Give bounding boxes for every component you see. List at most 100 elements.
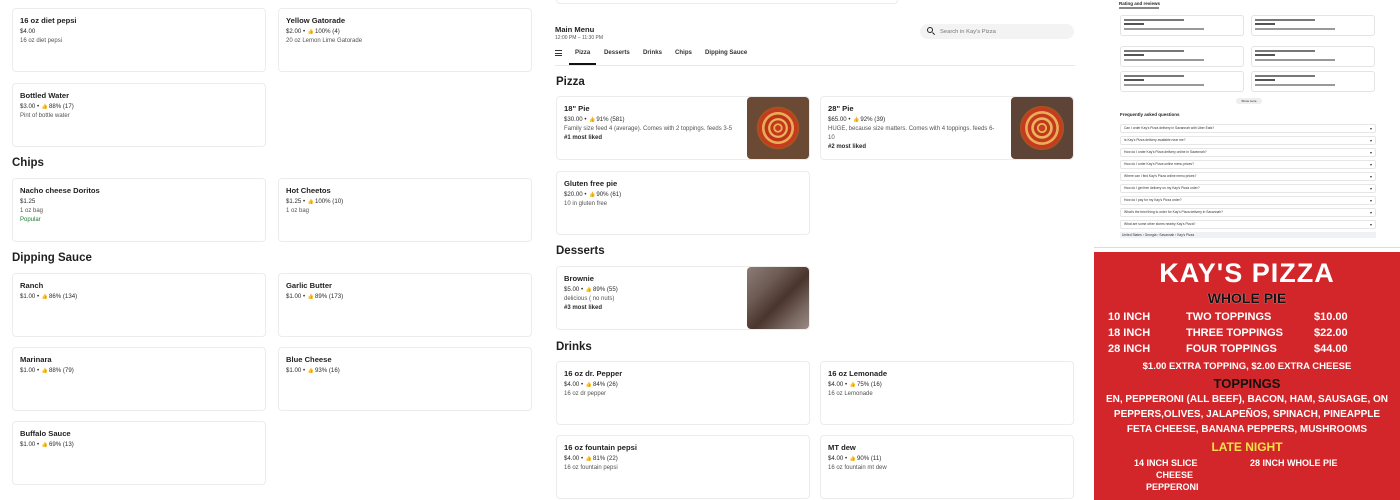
faq-title: Frequently asked questions <box>1120 112 1180 117</box>
item-rating: 90% (11) <box>857 455 882 462</box>
item-name: Garlic Butter <box>286 281 332 290</box>
faq-item[interactable]: How do I get free delivery on my Kay's P… <box>1120 184 1376 193</box>
poster-toppings-title: TOPPINGS <box>1213 376 1281 391</box>
thumbs-up-icon: 👍 <box>307 294 315 300</box>
item-price: $1.00 <box>286 293 302 300</box>
menu-list-icon[interactable] <box>555 50 562 56</box>
item-price: $1.25 <box>286 198 302 205</box>
menu-item-garlic-butter[interactable]: Garlic Butter $1.00 • 👍89% (173) <box>278 273 532 337</box>
thumbs-up-icon: 👍 <box>41 442 49 448</box>
poster-subtitle: WHOLE PIE <box>1207 290 1287 306</box>
faq-item[interactable]: Can I order Kay's Pizza delivery in Sava… <box>1120 124 1376 133</box>
faq-item[interactable]: How do I order Kay's Pizza delivery onli… <box>1120 148 1376 157</box>
show-more-button[interactable]: Show more <box>1236 98 1262 104</box>
poster-topping-line: FETA CHEESE, BANANA PEPPERS, MUSHROOMS <box>1126 424 1368 435</box>
poster-row: 18 INCH THREE TOPPINGS $22.00 <box>1108 327 1348 339</box>
menu-item-dr-pepper[interactable]: 16 oz dr. Pepper $4.00 • 👍84% (26) 16 oz… <box>556 361 810 425</box>
item-price: $4.00 <box>828 455 844 462</box>
menu-item-buffalo-sauce[interactable]: Buffalo Sauce $1.00 • 👍69% (13) <box>12 421 266 485</box>
item-price: $2.00 <box>286 28 302 35</box>
breadcrumb-item[interactable]: United States <box>1122 233 1142 237</box>
faq-item[interactable]: How do I pay for my Kay's Pizza order? <box>1120 196 1376 205</box>
section-title-chips: Chips <box>12 157 44 169</box>
menu-item-fountain-pepsi[interactable]: 16 oz fountain pepsi $4.00 • 👍81% (22) 1… <box>556 435 810 499</box>
faq-item[interactable]: Is Kay's Pizza delivery available near m… <box>1120 136 1376 145</box>
poster-size: 10 INCH <box>1108 311 1151 323</box>
poster-slice-pepperoni: PEPPERONI <box>1146 482 1199 492</box>
breadcrumb-item[interactable]: Savannah <box>1159 233 1174 237</box>
section-title-dipping-sauce: Dipping Sauce <box>12 252 92 264</box>
item-price: $4.00 <box>564 381 580 388</box>
menu-item-hot-cheetos[interactable]: Hot Cheetos $1.25 • 👍100% (10) 1 oz bag <box>278 178 532 242</box>
menu-item-lemonade[interactable]: 16 oz Lemonade $4.00 • 👍75% (16) 16 oz L… <box>820 361 1074 425</box>
thumbs-up-icon: 👍 <box>585 456 593 462</box>
poster-size: 28 INCH <box>1108 343 1151 355</box>
item-desc: 16 oz fountain pepsi <box>564 465 618 471</box>
item-price: $65.00 <box>828 116 847 123</box>
poster-toppings: FOUR TOPPINGS <box>1186 343 1277 355</box>
menu-item-mt-dew[interactable]: MT dew $4.00 • 👍90% (11) 16 oz fountain … <box>820 435 1074 499</box>
tab-drinks[interactable]: Drinks <box>643 49 662 56</box>
tab-desserts[interactable]: Desserts <box>604 49 630 56</box>
faq-item[interactable]: Where can I find Kay's Pizza online menu… <box>1120 172 1376 181</box>
menu-item-gluten-free-pie[interactable]: Gluten free pie $20.00 • 👍90% (61) 10 in… <box>556 171 810 235</box>
menu-title: Main Menu <box>555 25 595 34</box>
faq-item[interactable]: How do I order Kay's Pizza online menu p… <box>1120 160 1376 169</box>
item-desc: 16 oz dr pepper <box>564 391 607 397</box>
breadcrumb: United States › Georgia › Savannah › Kay… <box>1120 232 1376 238</box>
menu-item-diet-pepsi[interactable]: 16 oz diet pepsi $4.00 16 oz diet pepsi <box>12 8 266 72</box>
item-name: Hot Cheetos <box>286 186 331 195</box>
pizza-image[interactable] <box>1011 97 1073 159</box>
item-rating: 100% (10) <box>315 198 344 205</box>
faq-item[interactable]: What are some other stores nearby Kay's … <box>1120 220 1376 229</box>
item-name: Bottled Water <box>20 91 70 100</box>
item-desc: 1 oz bag <box>20 208 44 214</box>
menu-poster-photo: KAY'S PIZZA WHOLE PIE 10 INCH TWO TOPPING… <box>1094 252 1400 500</box>
brownie-image[interactable] <box>747 267 809 329</box>
thumbs-up-icon: 👍 <box>589 117 596 123</box>
pizza-image[interactable] <box>747 97 809 159</box>
thumbs-up-icon: 👍 <box>307 199 315 205</box>
item-name: Gluten free pie <box>564 179 618 188</box>
item-rating: 92% (39) <box>860 116 886 123</box>
item-rating: 89% (173) <box>315 293 344 300</box>
breadcrumb-item[interactable]: Georgia <box>1145 233 1157 237</box>
item-price: $1.00 <box>286 367 302 374</box>
poster-extra: $1.00 EXTRA TOPPING, $2.00 EXTRA CHEESE <box>1142 361 1352 372</box>
item-price: $4.00 <box>20 28 36 35</box>
tab-dipping-sauce[interactable]: Dipping Sauce <box>705 49 747 56</box>
poster-toppings: THREE TOPPINGS <box>1186 327 1283 339</box>
item-price: $30.00 <box>564 116 583 123</box>
section-title-desserts: Desserts <box>556 245 605 257</box>
item-rating: 69% (13) <box>49 441 74 448</box>
search-bar[interactable] <box>920 24 1074 39</box>
thumbs-up-icon: 👍 <box>307 368 315 374</box>
item-rating: 88% (79) <box>49 367 74 374</box>
menu-item-marinara[interactable]: Marinara $1.00 • 👍88% (79) <box>12 347 266 411</box>
tab-pizza[interactable]: Pizza <box>569 49 597 65</box>
menu-item-blue-cheese[interactable]: Blue Cheese $1.00 • 👍93% (16) <box>278 347 532 411</box>
reviews-rating-line <box>1119 7 1159 9</box>
thumbs-up-icon: 👍 <box>41 104 49 110</box>
menu-item-yellow-gatorade[interactable]: Yellow Gatorade $2.00 • 👍100% (4) 20 oz … <box>278 8 532 72</box>
menu-item-bottled-water[interactable]: Bottled Water $3.00 • 👍88% (17) Pint of … <box>12 83 266 147</box>
section-title-pizza: Pizza <box>556 76 585 88</box>
poster-topping-line: EN, PEPPERONI (ALL BEEF), BACON, HAM, SA… <box>1105 394 1389 405</box>
faq-item[interactable]: What's the best thing to order for Kay's… <box>1120 208 1376 217</box>
menu-item-ranch[interactable]: Ranch $1.00 • 👍86% (134) <box>12 273 266 337</box>
poster-slice-cheese: CHEESE <box>1156 470 1194 480</box>
menu-hours: 12:00 PM – 11:30 PM <box>555 35 603 41</box>
poster-title: KAY'S PIZZA <box>1159 258 1335 288</box>
poster-toppings: TWO TOPPINGS <box>1186 311 1272 323</box>
item-price: $4.00 <box>564 455 580 462</box>
tab-chips[interactable]: Chips <box>675 49 692 56</box>
item-desc: 16 oz diet pepsi <box>20 38 63 44</box>
menu-item-nacho-doritos[interactable]: Nacho cheese Doritos $1.25 1 oz bag Popu… <box>12 178 266 242</box>
poster-late-night: LATE NIGHT <box>1211 440 1283 454</box>
item-price: $1.25 <box>20 198 36 205</box>
thumbs-up-icon: 👍 <box>849 382 857 388</box>
item-rating: 88% (17) <box>49 103 74 110</box>
search-input[interactable] <box>940 26 1068 37</box>
category-tabs: Pizza Desserts Drinks Chips Dipping Sauc… <box>555 46 1075 66</box>
item-price: $5.00 <box>564 286 580 293</box>
